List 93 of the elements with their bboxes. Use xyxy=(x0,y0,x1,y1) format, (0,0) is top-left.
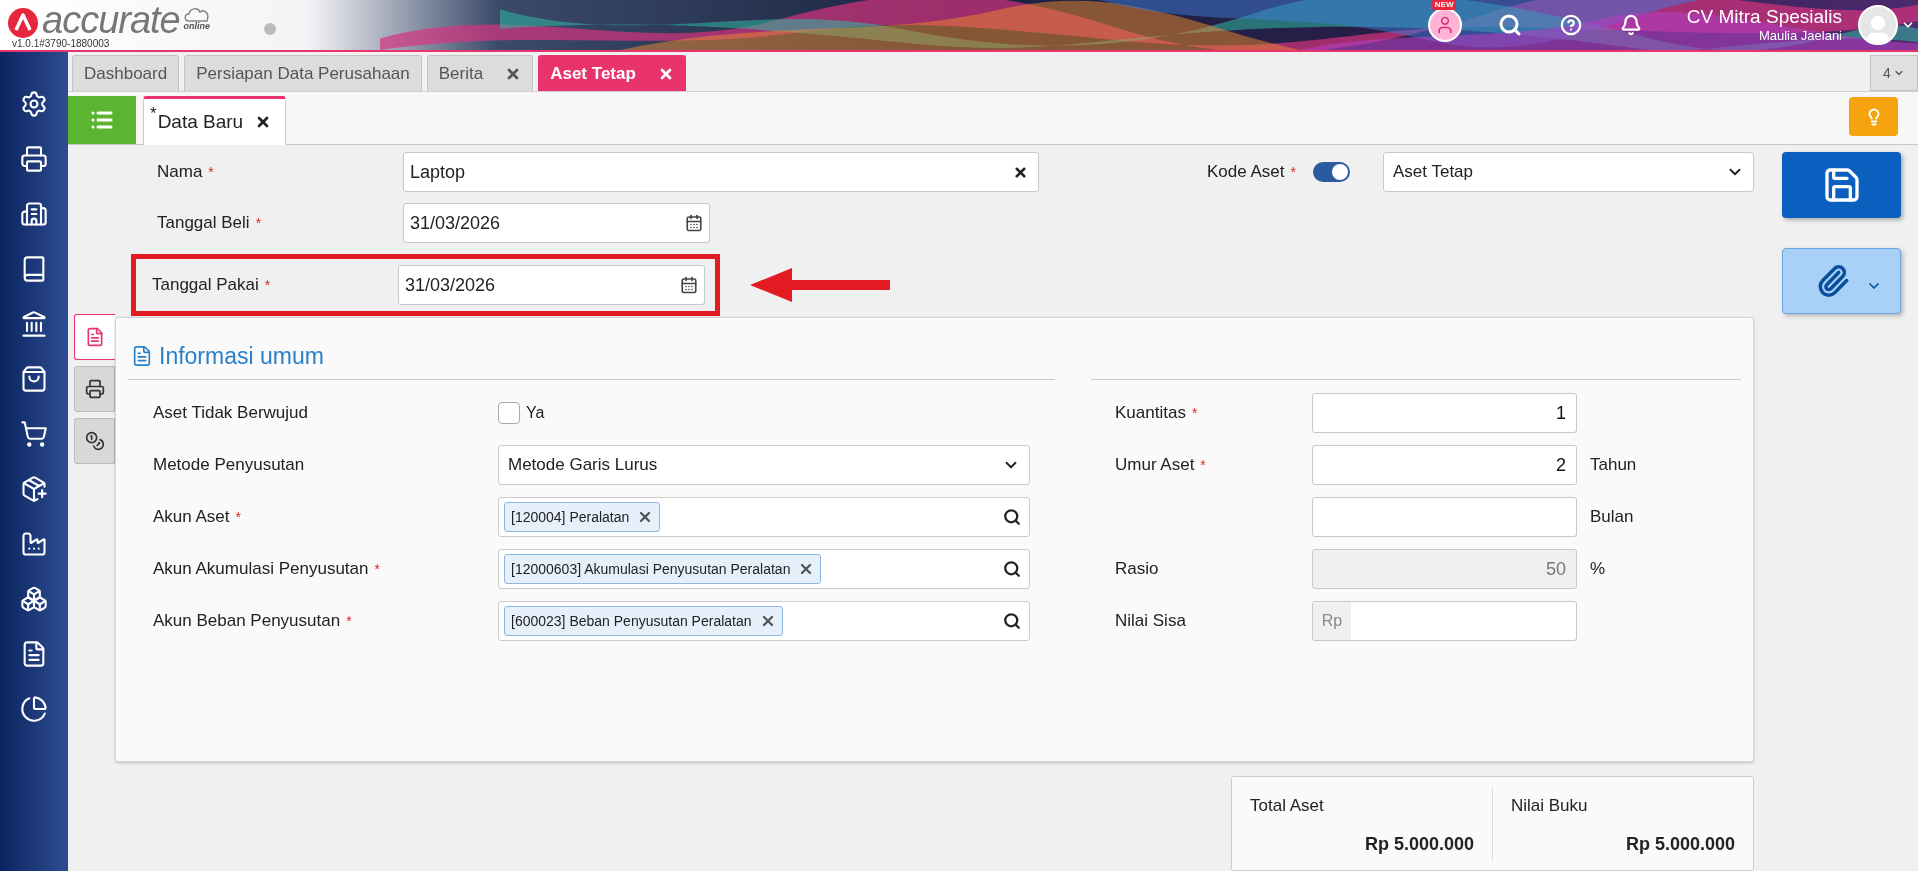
cart-icon[interactable] xyxy=(20,420,48,448)
document-icon xyxy=(85,327,105,347)
unit-label: % xyxy=(1590,558,1606,581)
total-value: Rp 5.000.000 xyxy=(1625,832,1735,856)
account-field[interactable]: [120004] Peralatan xyxy=(498,497,1030,537)
search-icon[interactable] xyxy=(1003,612,1021,630)
info-document-icon xyxy=(131,345,153,367)
company-name: CV Mitra Spesialis xyxy=(1686,6,1842,28)
number-field[interactable]: 1 xyxy=(1312,393,1577,433)
field-label: Aset Tidak Berwujud xyxy=(153,402,308,425)
required-mark: * xyxy=(1200,455,1206,475)
field-label: Umur Aset xyxy=(1115,454,1195,477)
number-field[interactable] xyxy=(1312,497,1577,537)
toggle-switch[interactable] xyxy=(1313,162,1350,182)
select-field[interactable]: Aset Tetap xyxy=(1383,152,1754,192)
boxes-icon[interactable] xyxy=(20,585,48,613)
tab-count[interactable]: 4 xyxy=(1870,55,1918,91)
logo-subtext: online xyxy=(183,21,210,31)
gear-icon[interactable] xyxy=(20,90,48,118)
date-field[interactable]: 31/03/2026 xyxy=(403,203,710,243)
section-tab[interactable] xyxy=(74,366,115,412)
new-badge: NEW xyxy=(1431,0,1457,10)
notification-icon[interactable] xyxy=(1619,14,1642,36)
unit-label: Bulan xyxy=(1590,506,1634,529)
account-tag: [120004] Peralatan xyxy=(504,502,661,532)
search-icon[interactable] xyxy=(1497,13,1522,37)
checkbox-label: Ya xyxy=(526,403,545,423)
tab[interactable]: Aset Tetap xyxy=(538,55,686,91)
currency-prefix: Rp xyxy=(1313,602,1351,640)
package-icon[interactable] xyxy=(20,475,48,503)
search-icon[interactable] xyxy=(1003,560,1021,578)
tab[interactable]: Berita xyxy=(426,55,534,91)
field-label: Nama xyxy=(157,161,203,184)
field-label: Tanggal Beli xyxy=(157,212,250,235)
field-label: Nilai Sisa xyxy=(1115,610,1186,633)
logo-text: accurate xyxy=(42,1,180,38)
section-tab[interactable] xyxy=(74,314,115,360)
factory-icon[interactable] xyxy=(20,530,48,558)
cloud-icon xyxy=(181,5,212,22)
bank-icon[interactable] xyxy=(20,310,48,338)
select-field[interactable]: Metode Garis Lurus xyxy=(498,445,1030,485)
logo-icon xyxy=(8,7,38,38)
text-field[interactable]: Laptop xyxy=(403,152,1039,192)
required-mark: * xyxy=(264,275,271,295)
account-field[interactable]: [12000603] Akumulasi Penyusutan Peralatan xyxy=(498,549,1030,589)
user-name: Maulia Jaelani xyxy=(1758,28,1842,44)
field-label: Metode Penyusutan xyxy=(153,454,305,477)
total-value: Rp 5.000.000 xyxy=(1364,832,1474,856)
account-tag: [600023] Beban Penyusutan Peralatan xyxy=(504,606,783,636)
building-icon[interactable] xyxy=(20,200,48,228)
tab[interactable]: Dashboard xyxy=(72,55,180,91)
calendar-icon[interactable] xyxy=(680,276,698,294)
version-text: v1.0.1#3790-1880003 xyxy=(12,37,111,49)
help-icon[interactable] xyxy=(1559,14,1582,36)
total-label: Nilai Buku xyxy=(1511,795,1589,817)
required-mark: * xyxy=(235,507,241,527)
field-label: Akun Akumulasi Penyusutan xyxy=(153,558,369,581)
field-label: Kode Aset xyxy=(1207,161,1285,184)
printer-icon[interactable] xyxy=(20,145,48,173)
bag-icon[interactable] xyxy=(20,365,48,393)
date-field[interactable]: 31/03/2026 xyxy=(398,265,705,305)
account-tag: [12000603] Akumulasi Penyusutan Peralatan xyxy=(504,554,822,584)
clear-icon[interactable] xyxy=(1013,164,1028,180)
attachment-button[interactable] xyxy=(1782,248,1901,314)
search-icon[interactable] xyxy=(1003,508,1021,526)
field-label: Kuantitas xyxy=(1115,402,1186,425)
field-label: Akun Beban Penyusutan xyxy=(153,610,341,633)
section-tab[interactable] xyxy=(74,418,115,464)
required-mark: * xyxy=(1191,403,1198,423)
pie-chart-icon[interactable] xyxy=(20,695,48,723)
field-label: Rasio xyxy=(1115,558,1159,581)
number-field[interactable]: 2 xyxy=(1312,445,1577,485)
field-label: Tanggal Pakai xyxy=(152,274,259,297)
tab[interactable]: Persiapan Data Perusahaan xyxy=(184,55,422,91)
required-mark: * xyxy=(346,611,352,631)
required-mark: * xyxy=(255,213,262,233)
account-field[interactable]: [600023] Beban Penyusutan Peralatan xyxy=(498,601,1030,641)
save-button[interactable] xyxy=(1782,152,1901,218)
required-mark: * xyxy=(374,559,380,579)
number-field: 50 xyxy=(1312,549,1577,589)
section-title: Informasi umum xyxy=(159,341,324,371)
calendar-icon[interactable] xyxy=(685,214,703,232)
field-label: Akun Aset xyxy=(153,506,230,529)
unit-label: Tahun xyxy=(1590,454,1637,477)
total-label: Total Aset xyxy=(1250,795,1325,817)
printer-icon xyxy=(84,379,105,399)
required-mark: * xyxy=(1290,162,1296,182)
list-button[interactable] xyxy=(68,96,136,144)
paperclip-icon xyxy=(1815,264,1850,298)
checkbox[interactable] xyxy=(498,402,520,424)
coins-icon xyxy=(84,431,105,451)
document-tab[interactable]: *Data Baru xyxy=(143,96,287,145)
required-mark: * xyxy=(208,162,214,182)
